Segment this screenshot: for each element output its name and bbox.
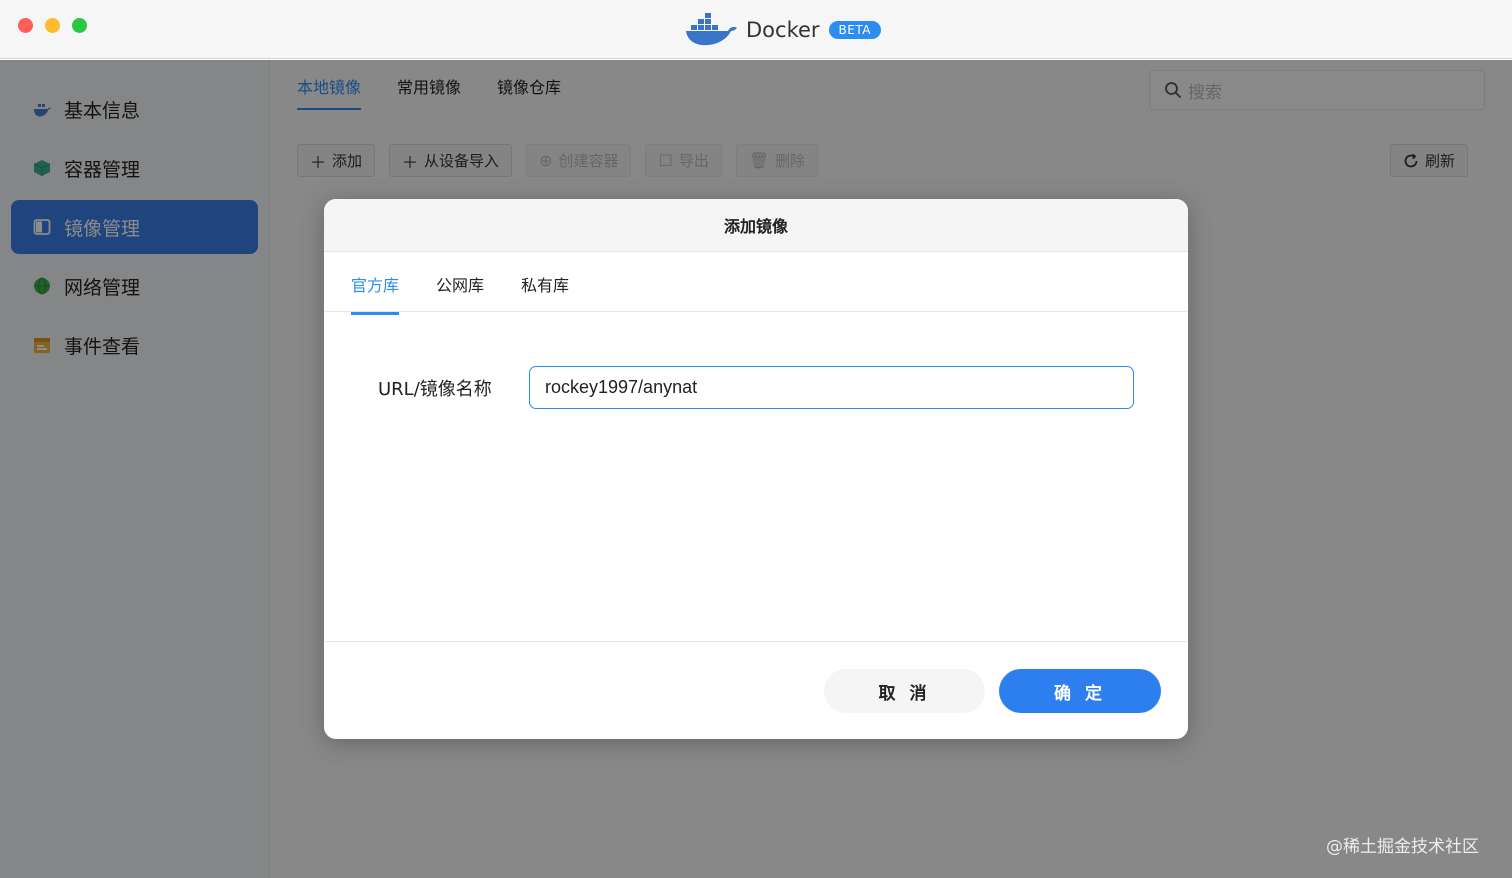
add-image-dialog: 添加镜像 官方库 公网库 私有库 URL/镜像名称 取 消 确 定 [324, 199, 1188, 739]
image-name-row: URL/镜像名称 [378, 366, 1134, 409]
maximize-window-button[interactable] [72, 18, 87, 33]
tab-public-registry[interactable]: 公网库 [436, 272, 484, 312]
watermark: @稀土掘金技术社区 [1326, 837, 1479, 857]
image-name-input[interactable] [529, 366, 1134, 409]
beta-badge: BETA [828, 21, 881, 39]
image-name-label: URL/镜像名称 [378, 378, 492, 400]
cancel-button[interactable]: 取 消 [824, 669, 985, 713]
title-bar: Docker BETA [0, 0, 1512, 59]
docker-logo-icon [686, 13, 737, 46]
close-window-button[interactable] [18, 18, 33, 33]
registry-tabs: 官方库 公网库 私有库 [324, 252, 1188, 315]
app-name: Docker [746, 18, 820, 42]
confirm-button[interactable]: 确 定 [999, 669, 1161, 713]
tab-official-registry[interactable]: 官方库 [351, 272, 400, 315]
dialog-footer: 取 消 确 定 [324, 641, 1188, 739]
app-title: Docker BETA [684, 12, 881, 48]
dialog-title: 添加镜像 [324, 199, 1188, 252]
tab-private-registry[interactable]: 私有库 [521, 272, 569, 312]
minimize-window-button[interactable] [45, 18, 60, 33]
